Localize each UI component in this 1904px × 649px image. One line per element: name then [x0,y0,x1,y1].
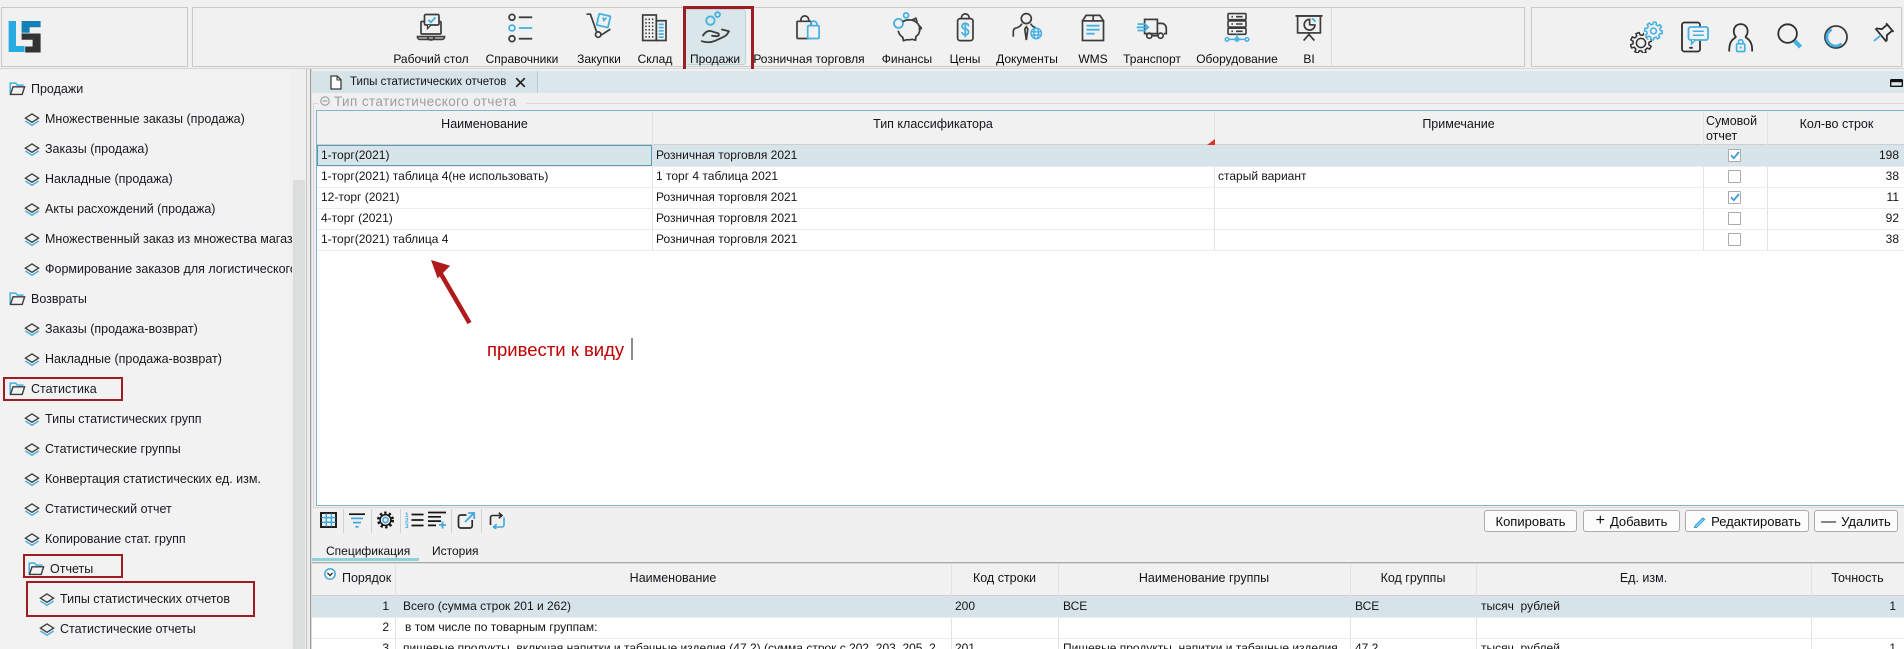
svg-text:3: 3 [405,523,409,528]
